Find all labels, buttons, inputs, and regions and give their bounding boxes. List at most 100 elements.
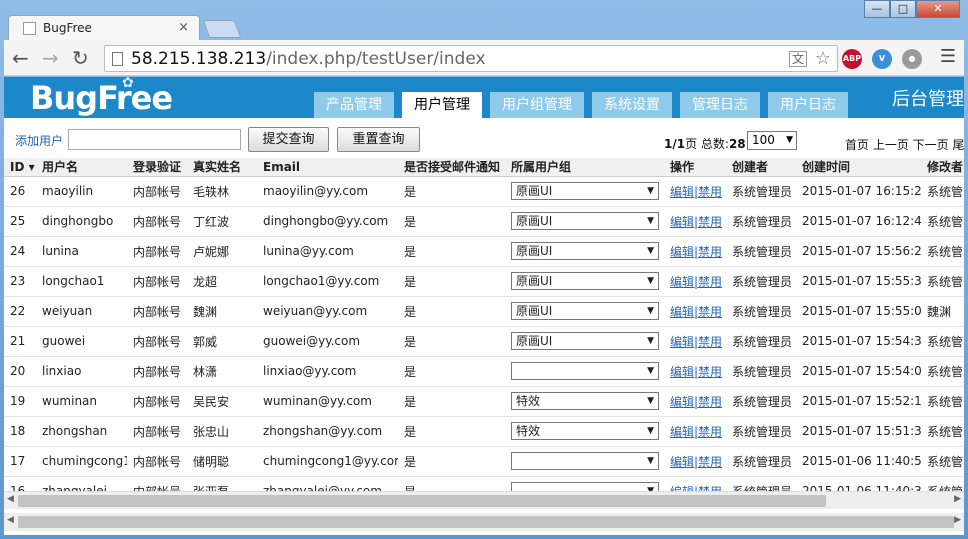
cell-auth: 内部帐号 — [127, 206, 187, 237]
edit-disable-links[interactable]: 编辑|禁用 — [664, 326, 726, 357]
edit-disable-links[interactable]: 编辑|禁用 — [664, 386, 726, 417]
maximize-button[interactable]: □ — [890, 0, 916, 18]
column-header: 创建时间 — [796, 158, 921, 177]
new-tab-button[interactable] — [202, 20, 242, 38]
cell-group: 原画UI ▼ — [505, 266, 664, 297]
cell-creator: 系统管理员 — [726, 236, 796, 267]
reload-icon[interactable]: ↻ — [72, 46, 89, 70]
table-row: 21 guowei 内部帐号 郭威 guowei@yy.com 是原画UI ▼ 编辑|禁用 系统… — [4, 326, 964, 357]
cell-created: 2015-01-07 16:15:25 — [796, 176, 921, 207]
cell-group: ▼ — [505, 476, 664, 491]
nav-tab[interactable]: 用户组管理 — [490, 92, 584, 118]
cell-id: 16 — [4, 476, 36, 491]
add-user-link[interactable]: 添加用户 — [15, 132, 63, 149]
group-select[interactable]: 原画UI ▼ — [511, 242, 659, 260]
scroll-right-icon[interactable]: ▶ — [954, 515, 961, 525]
chevron-down-icon: ▼ — [647, 426, 654, 436]
cell-username: zhongshan — [36, 416, 127, 447]
group-select[interactable]: 原画UI ▼ — [511, 182, 659, 200]
edit-disable-links[interactable]: 编辑|禁用 — [664, 236, 726, 267]
scroll-left-icon[interactable]: ◀ — [7, 515, 14, 525]
group-select[interactable]: ▼ — [511, 482, 659, 491]
cell-realname: 张亚磊 — [187, 476, 257, 491]
leaf-icon: ✿ — [122, 77, 134, 91]
group-select[interactable]: 特效 ▼ — [511, 422, 659, 440]
cell-created: 2015-01-07 15:54:00 — [796, 356, 921, 387]
scroll-right-icon[interactable]: ▶ — [954, 494, 961, 504]
group-select[interactable]: 原画UI ▼ — [511, 272, 659, 290]
edit-disable-links[interactable]: 编辑|禁用 — [664, 476, 726, 491]
minimize-button[interactable]: — — [864, 0, 890, 18]
globe-icon[interactable]: ● — [902, 49, 922, 69]
column-header[interactable]: ID ▾ — [4, 158, 36, 177]
cell-email: guowei@yy.com — [257, 326, 398, 357]
cell-created: 2015-01-07 15:52:10 — [796, 386, 921, 417]
pager-links[interactable]: 首页 上一页 下一页 尾 — [845, 136, 964, 153]
cell-username: weiyuan — [36, 296, 127, 327]
cell-group: 原画UI ▼ — [505, 326, 664, 357]
edit-disable-links[interactable]: 编辑|禁用 — [664, 176, 726, 207]
bookmark-star-icon[interactable]: ☆ — [815, 48, 831, 69]
cell-created: 2015-01-07 15:54:36 — [796, 326, 921, 357]
browser-toolbar: ← → ↻ 58.215.138.213/index.php/testUser/… — [4, 40, 964, 76]
pager-info: 1/1页 总数:28 — [664, 137, 746, 151]
table-row: 22 weiyuan 内部帐号 魏渊 weiyuan@yy.com 是原画UI ▼ 编辑|禁用… — [4, 296, 964, 327]
browser-tab[interactable]: BugFree × — [8, 15, 200, 41]
scroll-left-icon[interactable]: ◀ — [7, 494, 14, 504]
query-input[interactable] — [68, 129, 241, 150]
cell-notify: 是 — [398, 296, 505, 327]
chevron-down-icon: ▼ — [647, 336, 654, 346]
group-select-value: 原画UI — [516, 334, 553, 348]
back-arrow-icon[interactable]: ← — [12, 46, 29, 70]
cell-id: 26 — [4, 176, 36, 207]
cell-username: linxiao — [36, 356, 127, 387]
close-window-button[interactable]: ✕ — [916, 0, 960, 18]
submit-query-button[interactable]: 提交查询 — [248, 127, 329, 152]
reset-query-button[interactable]: 重置查询 — [337, 127, 420, 152]
group-select-value: 原画UI — [516, 274, 553, 288]
edit-disable-links[interactable]: 编辑|禁用 — [664, 206, 726, 237]
edit-disable-links[interactable]: 编辑|禁用 — [664, 446, 726, 477]
admin-title: 后台管理 — [892, 89, 964, 110]
cell-auth: 内部帐号 — [127, 296, 187, 327]
nav-tab[interactable]: 用户日志 — [768, 92, 848, 118]
menu-icon[interactable]: ☰ — [940, 46, 956, 67]
group-select-value: 原画UI — [516, 184, 553, 198]
forward-arrow-icon[interactable]: → — [42, 46, 59, 70]
extension-v-icon[interactable]: V — [872, 49, 892, 69]
cell-notify: 是 — [398, 416, 505, 447]
edit-disable-links[interactable]: 编辑|禁用 — [664, 356, 726, 387]
cell-id: 19 — [4, 386, 36, 417]
group-select-value: 原画UI — [516, 244, 553, 258]
scroll-thumb[interactable] — [18, 516, 954, 528]
cell-username: wuminan — [36, 386, 127, 417]
scroll-thumb[interactable] — [18, 495, 826, 507]
nav-tab[interactable]: 系统设置 — [592, 92, 672, 118]
inner-horizontal-scrollbar[interactable]: ◀ ▶ — [4, 491, 964, 509]
cell-realname: 毛轶林 — [187, 176, 257, 207]
edit-disable-links[interactable]: 编辑|禁用 — [664, 416, 726, 447]
cell-email: dinghongbo@yy.com — [257, 206, 398, 237]
address-bar[interactable]: 58.215.138.213/index.php/testUser/index … — [104, 45, 838, 72]
translate-icon[interactable]: 文 — [788, 51, 807, 67]
group-select[interactable]: 特效 ▼ — [511, 392, 659, 410]
cell-realname: 林潇 — [187, 356, 257, 387]
nav-tab[interactable]: 管理日志 — [680, 92, 760, 118]
edit-disable-links[interactable]: 编辑|禁用 — [664, 266, 726, 297]
chevron-down-icon: ▼ — [647, 186, 654, 196]
group-select[interactable]: ▼ — [511, 452, 659, 470]
group-select[interactable]: 原画UI ▼ — [511, 302, 659, 320]
nav-tab[interactable]: 用户管理 — [402, 92, 482, 118]
group-select[interactable]: 原画UI ▼ — [511, 212, 659, 230]
page-size-select[interactable]: 100 ▼ — [747, 131, 797, 150]
edit-disable-links[interactable]: 编辑|禁用 — [664, 296, 726, 327]
cell-realname: 卢妮娜 — [187, 236, 257, 267]
adblock-icon[interactable]: ABP — [842, 49, 862, 69]
group-select[interactable]: ▼ — [511, 362, 659, 380]
table-row: 17 chumingcong1 内部帐号 储明聪 chumingcong1@yy.com… — [4, 446, 964, 477]
group-select[interactable]: 原画UI ▼ — [511, 332, 659, 350]
page-horizontal-scrollbar[interactable]: ◀ ▶ — [4, 513, 964, 531]
nav-tab[interactable]: 产品管理 — [314, 92, 394, 118]
favicon-icon — [23, 22, 36, 35]
tab-close-icon[interactable]: × — [178, 20, 189, 35]
